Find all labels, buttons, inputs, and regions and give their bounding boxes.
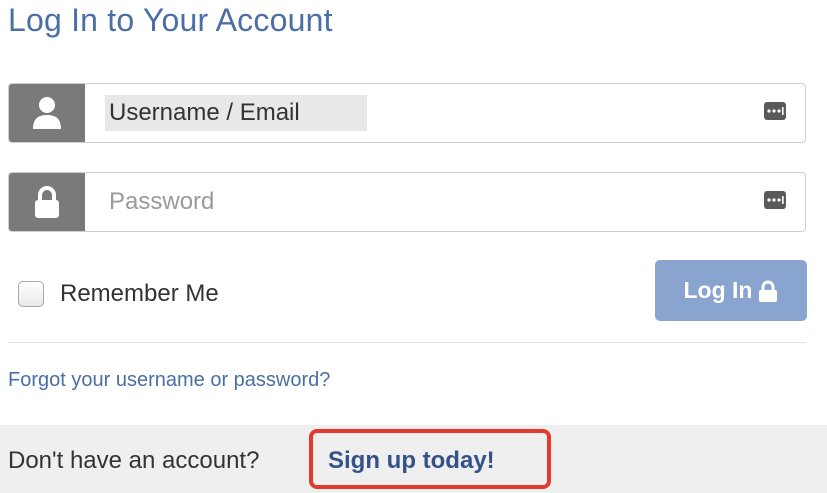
username-input[interactable]: [105, 95, 367, 131]
login-button[interactable]: Log In: [655, 260, 807, 321]
password-manager-icon[interactable]: [763, 101, 787, 126]
forgot-credentials-link[interactable]: Forgot your username or password?: [8, 369, 330, 392]
password-field-group: [8, 172, 806, 232]
divider: [8, 342, 806, 343]
lock-icon: [9, 173, 85, 231]
password-input[interactable]: [105, 184, 733, 220]
remember-me[interactable]: Remember Me: [18, 280, 219, 308]
username-field-group: [8, 83, 806, 143]
user-icon: [9, 84, 85, 142]
signup-link[interactable]: Sign up today!: [328, 447, 495, 475]
lock-icon: [759, 280, 778, 302]
remember-me-checkbox[interactable]: [18, 281, 44, 307]
password-manager-icon[interactable]: [763, 190, 787, 215]
login-button-label: Log In: [683, 277, 753, 303]
signup-footer: Don't have an account? Sign up today!: [0, 425, 827, 493]
page-title: Log In to Your Account: [8, 2, 333, 38]
signup-prompt: Don't have an account?: [8, 447, 260, 474]
remember-me-label[interactable]: Remember Me: [60, 280, 219, 308]
